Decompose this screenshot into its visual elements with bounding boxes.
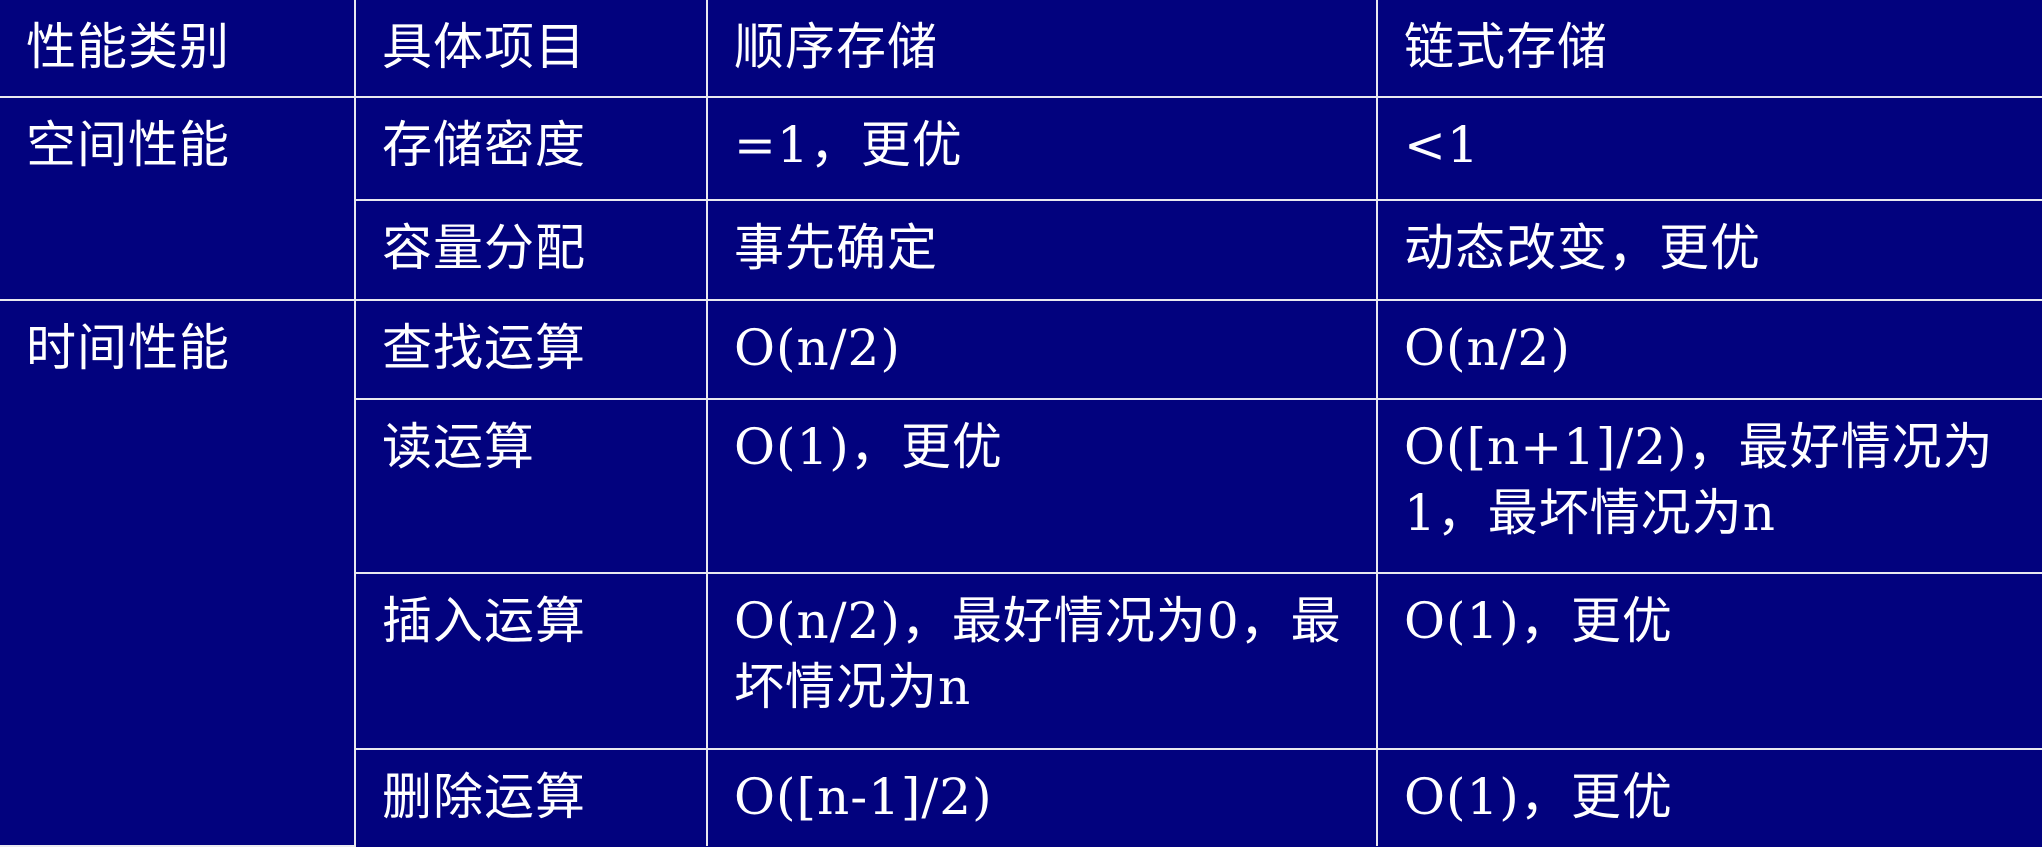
sequential-cell: O([n-1]/2) [706,748,1378,846]
category-cell-space: 空间性能 [0,96,356,301]
table-row: 时间性能 查找运算 O(n/2) O(n/2) [0,299,2042,847]
linked-cell: O(n/2) [1376,299,2042,400]
sequential-cell: O(1)，更优 [706,398,1378,574]
item-cell: 读运算 [355,398,708,574]
item-cell: 插入运算 [355,572,708,750]
linked-cell: <1 [1376,96,2042,201]
sequential-cell: 事先确定 [706,199,1378,301]
header-category: 性能类别 [0,0,356,98]
category-cell-time: 时间性能 [0,299,356,847]
sequential-cell: O(n/2)，最好情况为0，最坏情况为n [706,572,1378,750]
performance-comparison-table: 性能类别 具体项目 顺序存储 链式存储 空间性能 存储密度 =1，更优 <1 容… [0,0,2042,847]
table-row: 空间性能 存储密度 =1，更优 <1 [0,96,2042,301]
item-cell: 容量分配 [355,199,708,301]
linked-cell: 动态改变，更优 [1376,199,2042,301]
linked-cell: O(1)，更优 [1376,572,2042,750]
header-linked: 链式存储 [1376,0,2042,98]
sequential-cell: O(n/2) [706,299,1378,400]
linked-cell: O([n+1]/2)，最好情况为1，最坏情况为n [1376,398,2042,574]
linked-cell: O(1)，更优 [1376,748,2042,846]
item-cell: 查找运算 [354,299,708,400]
header-sequential: 顺序存储 [706,0,1378,98]
header-row: 性能类别 具体项目 顺序存储 链式存储 [0,0,2042,98]
sequential-cell: =1，更优 [706,96,1378,201]
header-item: 具体项目 [354,0,708,98]
item-cell: 存储密度 [354,96,708,201]
item-cell: 删除运算 [355,748,708,846]
